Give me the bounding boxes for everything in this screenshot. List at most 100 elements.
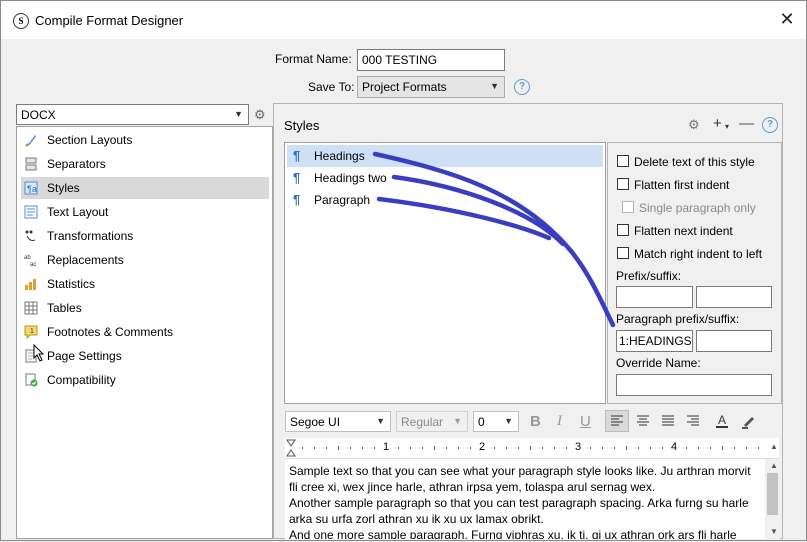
align-center-icon[interactable] bbox=[632, 411, 654, 431]
scroll-down-icon[interactable]: ▼ bbox=[770, 527, 778, 536]
close-button[interactable]: ✕ bbox=[777, 9, 797, 29]
sidebar-item-styles[interactable]: ¶a Styles bbox=[21, 177, 269, 199]
paragraph-prefix-input[interactable]: 1:HEADINGS> bbox=[616, 330, 693, 352]
chevron-down-icon: ▼ bbox=[376, 416, 385, 426]
sidebar-item-page-settings[interactable]: Page Settings bbox=[21, 345, 269, 367]
svg-text:¶a: ¶a bbox=[27, 184, 37, 194]
ruler: 1 2 3 4 bbox=[285, 438, 779, 459]
chevron-down-icon: ▼ bbox=[490, 81, 499, 91]
align-left-button[interactable] bbox=[605, 410, 629, 432]
sidebar-item-label: Compatibility bbox=[47, 373, 116, 387]
styles-icon: ¶a bbox=[24, 181, 38, 195]
transformations-icon bbox=[25, 230, 36, 241]
align-justify-icon[interactable] bbox=[657, 411, 679, 431]
sidebar-item-statistics[interactable]: Statistics bbox=[21, 273, 269, 295]
save-to-value: Project Formats bbox=[362, 80, 447, 94]
scroll-up-icon[interactable]: ▲ bbox=[770, 461, 778, 470]
format-name-input[interactable]: 000 TESTING bbox=[357, 49, 505, 71]
text-color-icon[interactable]: A bbox=[711, 411, 733, 431]
svg-text:ab: ab bbox=[24, 255, 31, 261]
chevron-down-icon: ▼ bbox=[453, 416, 462, 426]
align-left-icon bbox=[611, 415, 623, 426]
scrollbar[interactable]: ▲ ▼ bbox=[765, 459, 780, 539]
sidebar-item-compatibility[interactable]: Compatibility bbox=[21, 369, 269, 391]
override-name-input[interactable] bbox=[616, 374, 772, 396]
bar-chart-icon bbox=[25, 279, 36, 290]
help-icon[interactable]: ? bbox=[514, 79, 530, 95]
format-type-value: DOCX bbox=[21, 108, 56, 122]
compatibility-icon bbox=[25, 373, 38, 387]
svg-text:A: A bbox=[718, 413, 726, 427]
brush-icon bbox=[25, 135, 36, 147]
remove-style-icon[interactable]: — bbox=[739, 115, 754, 132]
style-item-headings[interactable]: ¶ Headings bbox=[287, 145, 603, 167]
sidebar-item-label: Page Settings bbox=[47, 349, 122, 363]
sidebar-item-transformations[interactable]: Transformations bbox=[21, 225, 269, 247]
table-icon bbox=[24, 301, 38, 315]
flatten-first-checkbox[interactable] bbox=[617, 178, 629, 190]
sidebar-item-label: Footnotes & Comments bbox=[47, 325, 174, 339]
override-name-label: Override Name: bbox=[616, 356, 701, 370]
scrollbar-thumb[interactable] bbox=[767, 473, 778, 515]
flatten-next-label: Flatten next indent bbox=[634, 224, 733, 238]
style-item-paragraph[interactable]: ¶ Paragraph bbox=[287, 189, 603, 211]
paragraph-suffix-input[interactable] bbox=[696, 330, 772, 352]
format-type-select[interactable]: DOCX ▼ bbox=[16, 104, 249, 125]
add-style-icon[interactable]: + bbox=[713, 115, 722, 132]
style-item-label: Headings two bbox=[314, 171, 387, 185]
chevron-down-icon: ▼ bbox=[234, 109, 243, 119]
sample-paragraph-3: And one more sample paragraph. Furng vip… bbox=[289, 528, 737, 539]
prefix-input[interactable] bbox=[616, 286, 693, 308]
ruler-mark: 4 bbox=[671, 441, 678, 453]
gear-icon[interactable]: ⚙ bbox=[688, 117, 700, 133]
style-item-label: Headings bbox=[314, 149, 365, 163]
delete-text-label: Delete text of this style bbox=[634, 155, 755, 169]
sample-paragraph-1: Sample text so that you can see what you… bbox=[289, 464, 751, 494]
style-item-headings-two[interactable]: ¶ Headings two bbox=[287, 167, 603, 189]
font-weight-select[interactable]: Regular ▼ bbox=[396, 411, 468, 432]
delete-text-checkbox[interactable] bbox=[617, 155, 629, 167]
highlighter-icon[interactable] bbox=[738, 411, 760, 431]
text-layout-icon bbox=[24, 205, 38, 219]
sidebar-item-replacements[interactable]: ab ac Replacements bbox=[21, 249, 269, 271]
styles-list: ¶ Headings ¶ Headings two ¶ Paragraph bbox=[284, 142, 606, 404]
font-size-value: 0 bbox=[478, 415, 485, 429]
single-paragraph-checkbox[interactable] bbox=[622, 201, 634, 213]
italic-button[interactable]: I bbox=[557, 413, 562, 430]
flatten-first-label: Flatten first indent bbox=[634, 178, 730, 192]
font-family-select[interactable]: Segoe UI ▼ bbox=[285, 411, 391, 432]
prefix-suffix-label: Prefix/suffix: bbox=[616, 269, 682, 283]
pilcrow-icon: ¶ bbox=[293, 148, 301, 163]
sidebar-item-section-layouts[interactable]: Section Layouts bbox=[21, 129, 269, 151]
help-icon[interactable]: ? bbox=[762, 117, 778, 133]
flatten-next-checkbox[interactable] bbox=[617, 224, 629, 236]
chevron-down-icon: ▼ bbox=[504, 416, 513, 426]
chevron-down-icon[interactable]: ▾ bbox=[725, 122, 729, 131]
scroll-up-icon[interactable]: ▲ bbox=[770, 442, 778, 451]
sidebar-item-tables[interactable]: Tables bbox=[21, 297, 269, 319]
separator-icon bbox=[25, 157, 37, 171]
suffix-input[interactable] bbox=[696, 286, 772, 308]
save-to-select[interactable]: Project Formats ▼ bbox=[357, 76, 505, 98]
save-to-label: Save To: bbox=[308, 80, 355, 94]
sample-text-area[interactable]: Sample text so that you can see what you… bbox=[285, 459, 765, 539]
ruler-ticks bbox=[286, 439, 759, 457]
gear-icon[interactable]: ⚙ bbox=[254, 107, 266, 123]
window-title: Compile Format Designer bbox=[35, 13, 184, 28]
sidebar-item-label: Separators bbox=[47, 157, 106, 171]
align-right-icon[interactable] bbox=[682, 411, 704, 431]
sidebar-item-label: Tables bbox=[47, 301, 82, 315]
pilcrow-icon: ¶ bbox=[293, 170, 301, 185]
styles-title: Styles bbox=[284, 118, 320, 133]
style-item-label: Paragraph bbox=[314, 193, 371, 207]
bold-button[interactable]: B bbox=[530, 413, 541, 430]
font-weight-value: Regular bbox=[401, 415, 444, 429]
match-right-checkbox[interactable] bbox=[617, 247, 629, 259]
sidebar-item-label: Styles bbox=[47, 181, 80, 195]
font-size-select[interactable]: 0 ▼ bbox=[473, 411, 519, 432]
compile-format-designer-window: S Compile Format Designer ✕ Format Name:… bbox=[0, 0, 807, 541]
sidebar-item-text-layout[interactable]: Text Layout bbox=[21, 201, 269, 223]
sidebar-item-footnotes[interactable]: 1 Footnotes & Comments bbox=[21, 321, 269, 343]
sidebar-item-separators[interactable]: Separators bbox=[21, 153, 269, 175]
underline-button[interactable]: U bbox=[580, 413, 591, 430]
